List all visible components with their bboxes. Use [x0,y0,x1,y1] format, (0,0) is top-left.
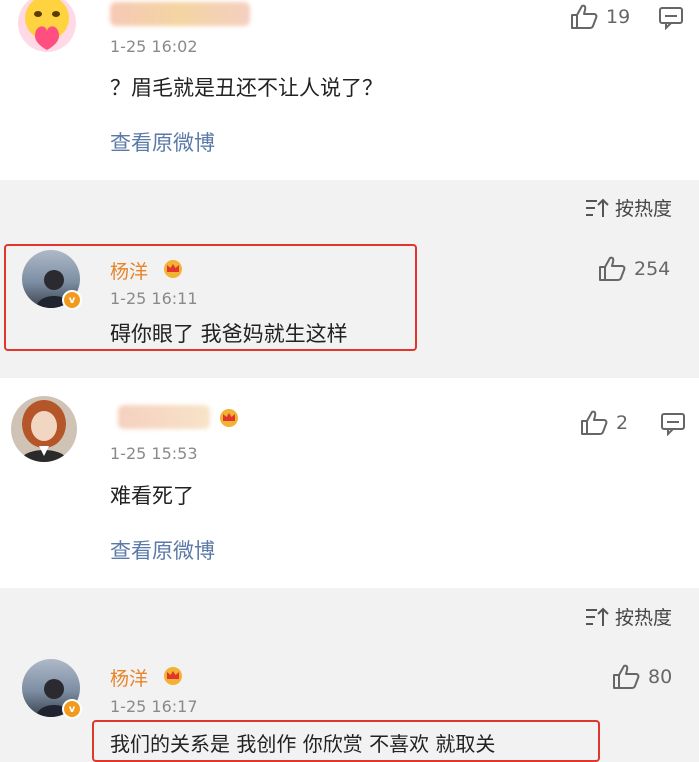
like-button[interactable]: 2 [580,410,628,436]
reply-time: 1-25 16:17 [110,697,198,716]
like-count: 19 [606,6,631,28]
avatar[interactable] [11,396,77,462]
like-count: 254 [634,258,671,280]
highlight-box [4,244,417,351]
crown-badge-icon [164,667,182,685]
view-original-link[interactable]: 查看原微博 [110,127,215,157]
like-count: 80 [648,666,673,688]
reply-author[interactable]: 杨洋 [110,664,148,691]
thumbs-up-icon [571,4,598,29]
like-button[interactable]: 254 [598,256,670,282]
thumbs-up-icon [613,664,640,689]
comment-icon[interactable] [660,412,686,436]
highlight-box [92,720,600,762]
like-button[interactable]: 80 [612,664,672,690]
sort-hot-button[interactable]: 按热度 [585,194,672,221]
sort-label: 按热度 [615,607,673,629]
emoji-avatar-icon [25,0,69,50]
sort-hot-button[interactable]: 按热度 [585,603,672,630]
profile-photo-icon [19,400,69,462]
comment-time: 1-25 15:53 [110,444,198,463]
verified-badge-icon: v [62,699,82,719]
comment-time: 1-25 16:02 [110,37,198,56]
crown-badge-icon [220,409,238,427]
blurred-username[interactable] [118,405,210,429]
sort-icon [586,607,609,626]
like-count: 2 [616,412,629,434]
sort-icon [586,198,609,217]
thumbs-up-icon [599,256,626,281]
comment-icon[interactable] [658,6,684,30]
avatar[interactable] [18,0,76,52]
comment-text: ？眉毛就是丑还不让人说了？ [110,76,383,100]
comment-text: 难看死了 [110,484,194,508]
like-button[interactable]: 19 [570,4,630,30]
sort-label: 按热度 [615,198,673,220]
thumbs-up-icon [581,410,608,435]
view-original-link[interactable]: 查看原微博 [110,535,215,565]
blurred-username[interactable] [110,2,250,26]
